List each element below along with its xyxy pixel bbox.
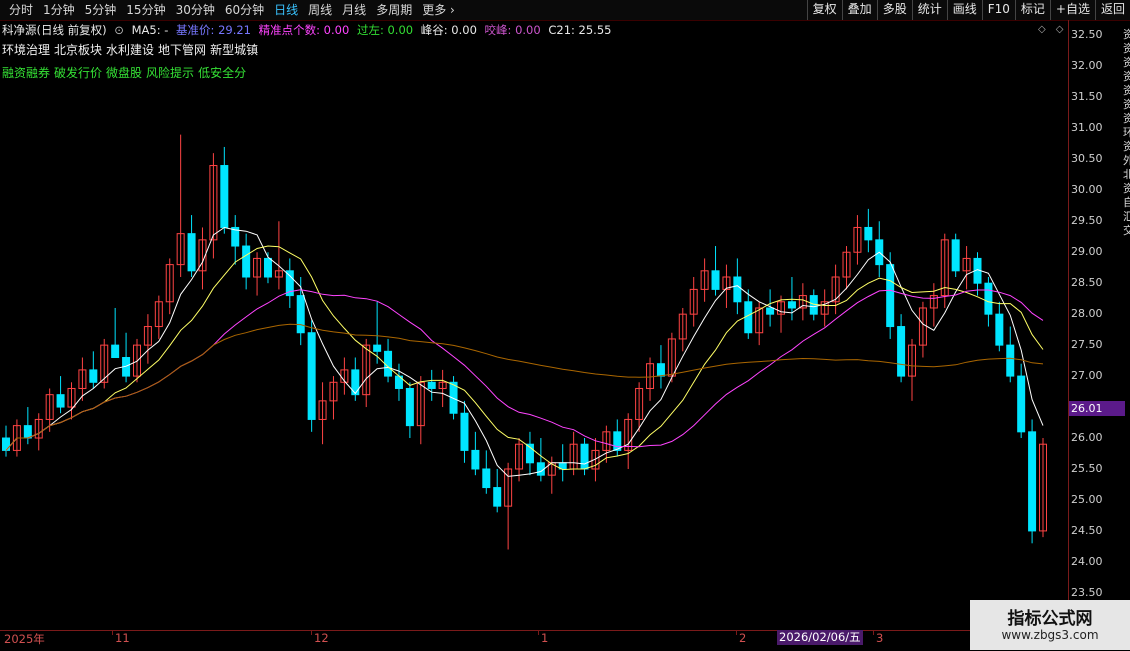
candle-body [307, 332, 316, 420]
candle-body [766, 307, 775, 315]
watermark-title: 指标公式网 [1007, 609, 1093, 629]
tab-9[interactable]: 多周期 [371, 2, 417, 18]
toolbar-button-7[interactable]: +自选 [1049, 0, 1095, 20]
side-text: 资资资资资资资环资外北资自汇交 [1123, 28, 1130, 237]
period-tabs: 分时 1分钟 5分钟 15分钟 30分钟 60分钟 日线 周线 月线 多周期 更多 › [4, 2, 460, 18]
candle-body [373, 344, 382, 352]
tab-7[interactable]: 周线 [303, 2, 337, 18]
date-tick [873, 630, 874, 635]
price-axis-label: 25.50 [1071, 461, 1103, 475]
candle-body [787, 301, 796, 309]
price-axis-label: 30.50 [1071, 152, 1103, 166]
candle-body [263, 257, 272, 278]
candle-body [1017, 375, 1026, 433]
candle-body [1006, 344, 1015, 377]
toolbar-button-2[interactable]: 多股 [876, 0, 912, 20]
date-tick [112, 630, 113, 635]
candle-body [744, 301, 753, 334]
tab-1[interactable]: 1分钟 [38, 2, 80, 18]
candlestick-chart[interactable] [0, 20, 1068, 630]
candle-body [220, 165, 229, 228]
price-axis-label: 32.50 [1071, 28, 1103, 42]
candle-body [951, 239, 960, 272]
ma-line-ma60 [5, 323, 1044, 451]
watermark: 指标公式网 www.zbgs3.com [970, 600, 1130, 650]
price-axis-label: 31.00 [1071, 121, 1103, 135]
price-axis-label: 27.00 [1071, 369, 1103, 383]
candle-body [56, 394, 65, 408]
date-month-1: 1 [541, 631, 549, 645]
candle-body [242, 245, 251, 278]
date-tick [736, 630, 737, 635]
candle-body [23, 425, 32, 439]
price-axis-label: 25.00 [1071, 492, 1103, 506]
candle-body [89, 369, 98, 383]
toolbar-button-8[interactable]: 返回 [1094, 0, 1130, 20]
candle-body [656, 363, 665, 377]
candle-body [460, 412, 469, 451]
date-tick [311, 630, 312, 635]
candle-body [482, 468, 491, 489]
candle-body [711, 270, 720, 290]
candle-body [111, 344, 120, 359]
date-year: 2025年 [4, 632, 45, 646]
price-axis-label: 24.00 [1071, 554, 1103, 568]
price-axis-label: 31.50 [1071, 90, 1103, 104]
candle-body [580, 443, 589, 470]
candle-body [995, 313, 1004, 346]
tab-2[interactable]: 5分钟 [80, 2, 122, 18]
date-month-2: 2 [739, 631, 747, 645]
candle-body [733, 276, 742, 303]
right-buttons: 复权 叠加 多股 统计 画线 F10 标记 +自选 返回 [806, 0, 1130, 20]
toolbar-button-1[interactable]: 叠加 [841, 0, 877, 20]
tab-10[interactable]: 更多 › [417, 2, 460, 18]
candle-body [1028, 431, 1037, 532]
candle-body [471, 449, 480, 470]
toolbar-button-5[interactable]: F10 [981, 0, 1015, 20]
toolbar-button-0[interactable]: 复权 [806, 0, 842, 20]
price-axis-label: 30.00 [1071, 183, 1103, 197]
candle-body [886, 264, 895, 328]
price-axis-label: 27.50 [1071, 338, 1103, 352]
toolbar-button-3[interactable]: 统计 [911, 0, 947, 20]
date-month-11: 11 [115, 631, 130, 645]
candle-body [187, 233, 196, 272]
price-axis-label: 26.00 [1071, 431, 1103, 445]
date-month-3: 3 [876, 631, 884, 645]
tab-8[interactable]: 月线 [337, 2, 371, 18]
price-axis-label: 28.00 [1071, 307, 1103, 321]
price-axis-label: 29.00 [1071, 245, 1103, 259]
date-tick [538, 630, 539, 635]
cursor-date: 2026/02/06/五 [777, 630, 863, 645]
tab-5[interactable]: 60分钟 [220, 2, 269, 18]
toolbar-button-6[interactable]: 标记 [1014, 0, 1050, 20]
candle-body [427, 381, 436, 389]
price-axis-label: 29.50 [1071, 214, 1103, 228]
candle-body [405, 387, 414, 427]
candle-body [384, 350, 393, 377]
current-price-tag: 26.01 [1069, 401, 1125, 416]
date-month-12: 12 [314, 631, 329, 645]
watermark-url: www.zbgs3.com [1001, 628, 1099, 642]
tab-4[interactable]: 30分钟 [171, 2, 220, 18]
candle-body [864, 226, 873, 241]
price-axis-line [1068, 20, 1069, 630]
candle-body [2, 437, 10, 451]
price-axis-label: 32.00 [1071, 59, 1103, 73]
candle-body [296, 295, 305, 334]
candle-body [984, 282, 993, 315]
candle-body [493, 487, 502, 507]
price-axis-label: 28.50 [1071, 276, 1103, 290]
candle-body [897, 326, 906, 377]
tab-0[interactable]: 分时 [4, 2, 38, 18]
price-axis-label: 24.50 [1071, 523, 1103, 537]
toolbar-button-4[interactable]: 画线 [946, 0, 982, 20]
tab-6[interactable]: 日线 [269, 2, 303, 18]
tab-3[interactable]: 15分钟 [121, 2, 170, 18]
toolbar: 分时 1分钟 5分钟 15分钟 30分钟 60分钟 日线 周线 月线 多周期 更多 › 复权 叠加 多股… [0, 0, 1130, 21]
price-axis-label: 23.50 [1071, 585, 1103, 599]
date-axis [0, 630, 1130, 651]
